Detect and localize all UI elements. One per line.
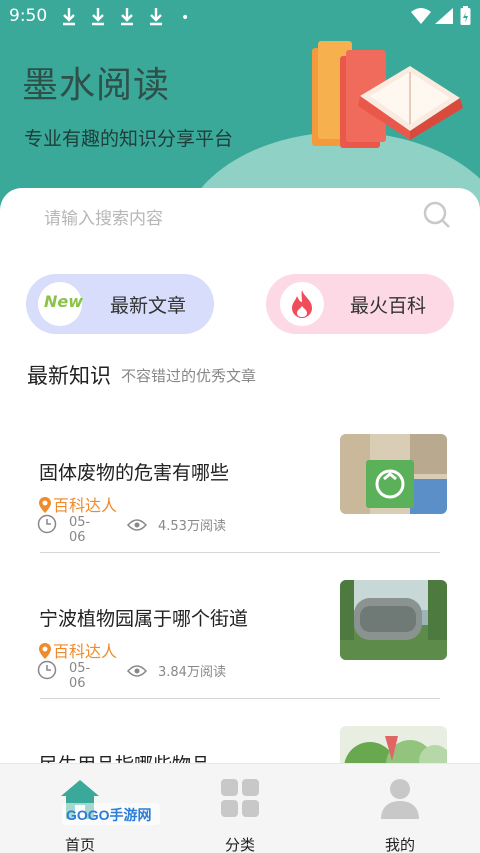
article-views: 3.84万阅读 xyxy=(158,665,226,680)
article-author-name: 百科达人 xyxy=(53,642,118,661)
section-subtitle: 不容错过的优秀文章 xyxy=(121,367,257,385)
section-title: 最新知识 xyxy=(27,364,111,388)
grid-icon xyxy=(221,779,259,817)
divider xyxy=(40,698,440,699)
new-badge-icon: New xyxy=(38,282,84,326)
article-item[interactable]: 固体废物的危害有哪些 百科达人 05-06 4.53万阅读 xyxy=(0,434,480,580)
watermark-logo: GOGO手游网 xyxy=(62,803,160,825)
hottest-wiki-button[interactable]: 最火百科 xyxy=(266,274,454,334)
location-pin-icon xyxy=(39,497,51,513)
signal-icon xyxy=(435,8,453,24)
article-date: 05-06 xyxy=(69,515,91,545)
download-icon xyxy=(63,8,75,26)
divider xyxy=(40,552,440,553)
article-views: 4.53万阅读 xyxy=(158,519,226,534)
download-icon xyxy=(150,8,162,26)
article-author: 百科达人 xyxy=(39,492,117,516)
latest-articles-label: 最新文章 xyxy=(110,295,187,317)
download-icon xyxy=(92,8,104,26)
article-author: 百科达人 xyxy=(39,638,117,662)
status-bar: 9:50 • xyxy=(0,0,480,34)
article-title[interactable]: 固体废物的危害有哪些 xyxy=(39,458,229,485)
clock-icon xyxy=(37,660,57,680)
app-subtitle: 专业有趣的知识分享平台 xyxy=(24,128,234,150)
article-author-name: 百科达人 xyxy=(53,496,118,515)
article-thumbnail[interactable] xyxy=(340,434,447,514)
eye-icon xyxy=(127,665,147,677)
status-time: 9:50 xyxy=(9,6,48,26)
nav-category-label: 分类 xyxy=(224,836,255,853)
fire-badge xyxy=(280,282,324,326)
location-pin-icon xyxy=(39,643,51,659)
search-input[interactable]: 请输入搜索内容 xyxy=(44,204,163,229)
watermark-text: GOGO手游网 xyxy=(66,807,152,823)
wifi-icon xyxy=(411,8,431,24)
article-title[interactable]: 宁波植物园属于哪个街道 xyxy=(39,604,248,631)
latest-articles-button[interactable]: New 最新文章 xyxy=(26,274,214,334)
books-illustration xyxy=(312,41,463,148)
hottest-wiki-label: 最火百科 xyxy=(350,295,427,317)
battery-icon xyxy=(460,6,471,25)
nav-mine[interactable]: 我的 xyxy=(360,778,440,853)
user-icon xyxy=(381,779,419,819)
article-item[interactable]: 宁波植物园属于哪个街道 百科达人 05-06 3.84万阅读 xyxy=(0,580,480,726)
fire-icon xyxy=(292,290,312,318)
app-title: 墨水阅读 xyxy=(22,65,171,106)
content-card: 请输入搜索内容 New 最新文章 最火百科 最新知识 不容错过的优秀文章 固体废… xyxy=(0,188,480,806)
clock-icon xyxy=(37,514,57,534)
eye-icon xyxy=(127,519,147,531)
nav-mine-label: 我的 xyxy=(384,836,415,853)
notification-dot: • xyxy=(181,10,190,26)
nav-category[interactable]: 分类 xyxy=(200,778,280,853)
article-thumbnail[interactable] xyxy=(340,580,447,660)
search-icon[interactable] xyxy=(422,200,452,230)
article-date: 05-06 xyxy=(69,661,91,691)
new-badge-text: New xyxy=(44,292,84,311)
search-bar[interactable]: 请输入搜索内容 xyxy=(20,188,460,244)
nav-home-label: 首页 xyxy=(64,836,95,853)
download-icon xyxy=(121,8,133,26)
